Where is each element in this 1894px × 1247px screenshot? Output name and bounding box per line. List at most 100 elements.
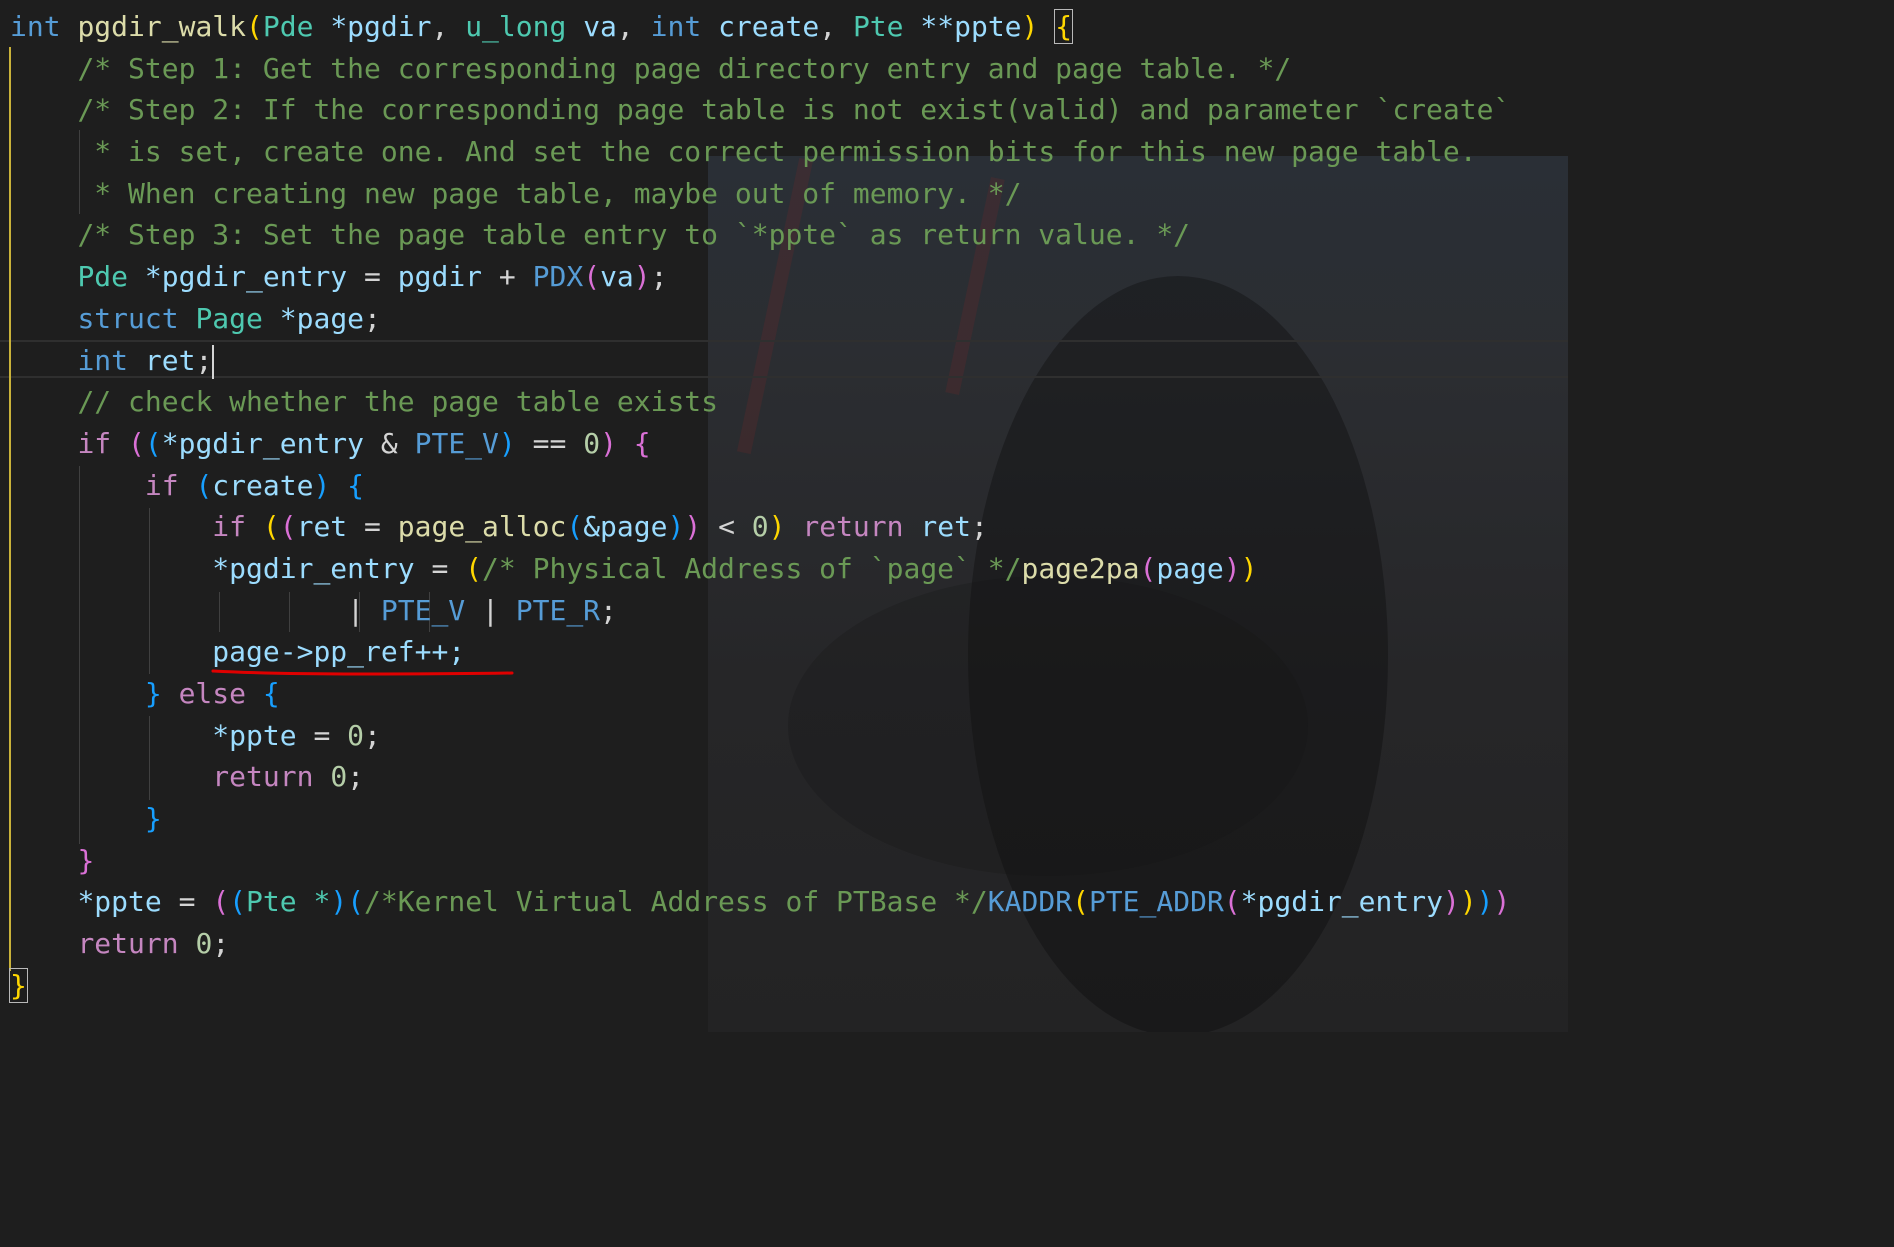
punctuation: ; bbox=[650, 260, 668, 294]
code-line[interactable]: * When creating new page table, maybe ou… bbox=[10, 173, 1510, 215]
paren: ) bbox=[330, 885, 348, 919]
variable: create bbox=[212, 468, 314, 502]
brace-open: { bbox=[262, 677, 280, 710]
comment: * is set, create one. And set the correc… bbox=[94, 135, 1477, 169]
variable: *pgdir_entry bbox=[144, 260, 348, 294]
comment: /* Physical Address of `page` */ bbox=[482, 551, 1022, 585]
code-line[interactable]: return 0; bbox=[10, 756, 1510, 798]
code-content[interactable]: int pgdir_walk(Pde *pgdir, u_long va, in… bbox=[9, 6, 1510, 1007]
code-line[interactable]: // check whether the page table exists bbox=[10, 381, 1510, 423]
keyword: if bbox=[212, 510, 247, 544]
variable: *pgdir_entry bbox=[212, 551, 415, 585]
punctuation: ; bbox=[195, 343, 213, 377]
type-name: Pde bbox=[77, 260, 129, 294]
macro: PTE_ADDR bbox=[1088, 885, 1224, 919]
paren: ( bbox=[1223, 885, 1241, 919]
variable: page bbox=[1156, 551, 1224, 585]
variable: *ppte bbox=[77, 885, 162, 919]
paren: ( bbox=[128, 426, 145, 460]
code-line[interactable]: return 0; bbox=[10, 923, 1510, 965]
punctuation: , bbox=[431, 10, 449, 43]
parameter: create bbox=[718, 10, 820, 43]
number: 0 bbox=[347, 718, 365, 752]
operator: = bbox=[364, 260, 381, 294]
code-line[interactable]: /* Step 3: Set the page table entry to `… bbox=[10, 214, 1510, 256]
number: 0 bbox=[583, 426, 601, 460]
paren: ) bbox=[498, 426, 516, 460]
operator: & bbox=[380, 426, 398, 460]
type-name: u_long bbox=[465, 10, 567, 43]
paren: ) bbox=[1442, 885, 1460, 919]
keyword: return bbox=[802, 510, 904, 544]
variable: *ppte bbox=[212, 718, 297, 752]
parameter: va bbox=[583, 10, 617, 43]
code-line[interactable]: } bbox=[10, 840, 1510, 882]
paren: ( bbox=[195, 468, 213, 502]
paren: ( bbox=[465, 551, 483, 585]
code-line[interactable]: *ppte = 0; bbox=[10, 715, 1510, 757]
code-line[interactable]: int pgdir_walk(Pde *pgdir, u_long va, in… bbox=[10, 6, 1510, 48]
variable: *page bbox=[279, 301, 365, 335]
paren: ) bbox=[313, 468, 331, 502]
paren: ( bbox=[229, 885, 247, 919]
number: 0 bbox=[751, 510, 769, 544]
code-line[interactable]: } bbox=[9, 965, 1510, 1007]
comment: /* Step 1: Get the corresponding page di… bbox=[77, 51, 1292, 85]
function-name: pgdir_walk bbox=[77, 10, 247, 43]
brace-close: } bbox=[9, 967, 28, 1003]
variable: &page bbox=[583, 510, 668, 544]
code-line[interactable]: struct Page *page; bbox=[10, 298, 1510, 340]
brace-close: } bbox=[144, 802, 162, 836]
code-line[interactable]: } else { bbox=[10, 673, 1510, 715]
function-call: page_alloc bbox=[397, 510, 567, 544]
operator: = bbox=[431, 551, 449, 585]
parameter: **ppte bbox=[920, 10, 1022, 43]
code-line[interactable]: if (create) { bbox=[10, 465, 1510, 507]
operator: = bbox=[364, 510, 381, 544]
brace-open: { bbox=[347, 468, 365, 502]
punctuation: , bbox=[616, 10, 634, 43]
type-name: Page bbox=[195, 301, 263, 335]
operator: | bbox=[482, 593, 499, 627]
code-line[interactable]: *pgdir_entry = (/* Physical Address of `… bbox=[10, 548, 1510, 590]
code-line[interactable]: Pde *pgdir_entry = pgdir + PDX(va); bbox=[10, 256, 1510, 298]
paren: ( bbox=[583, 260, 601, 294]
paren: ) bbox=[633, 260, 651, 294]
code-line[interactable]: /* Step 1: Get the corresponding page di… bbox=[10, 48, 1510, 90]
paren: ) bbox=[1021, 10, 1039, 43]
keyword: else bbox=[178, 677, 247, 710]
code-editor[interactable]: int pgdir_walk(Pde *pgdir, u_long va, in… bbox=[0, 0, 1568, 1032]
variable: pgdir bbox=[397, 260, 483, 294]
code-line[interactable]: /* Step 2: If the corresponding page tab… bbox=[10, 89, 1510, 131]
operator: < bbox=[718, 510, 735, 544]
type-name: Pte bbox=[852, 10, 904, 43]
function-call: page2pa bbox=[1021, 551, 1140, 585]
annotated-statement: page->pp_ref++; bbox=[212, 635, 466, 669]
brace-close: } bbox=[77, 843, 95, 877]
paren: ( bbox=[566, 510, 584, 544]
type-name: Pte * bbox=[246, 885, 331, 919]
code-line[interactable]: | PTE_V | PTE_R; bbox=[10, 590, 1510, 632]
operator: + bbox=[498, 260, 516, 294]
keyword: struct bbox=[77, 301, 179, 335]
paren: ) bbox=[1223, 551, 1241, 585]
paren: ) bbox=[684, 510, 702, 544]
macro: PTE_R bbox=[515, 593, 601, 627]
paren: ) bbox=[667, 510, 685, 544]
operator: = bbox=[313, 718, 331, 752]
variable: *pgdir_entry bbox=[161, 426, 365, 460]
paren: ) bbox=[600, 426, 617, 460]
paren: ( bbox=[212, 885, 230, 919]
paren: ( bbox=[262, 510, 280, 544]
comment: /* Step 3: Set the page table entry to `… bbox=[77, 218, 1191, 252]
code-line[interactable]: if ((ret = page_alloc(&page)) < 0) retur… bbox=[10, 506, 1510, 548]
comment: /*Kernel Virtual Address of PTBase */ bbox=[364, 885, 988, 919]
code-line[interactable]: if ((*pgdir_entry & PTE_V) == 0) { bbox=[10, 423, 1510, 465]
code-line[interactable]: * is set, create one. And set the correc… bbox=[10, 131, 1510, 173]
code-line-current[interactable]: int ret; bbox=[10, 340, 1510, 382]
code-line[interactable]: } bbox=[10, 798, 1510, 840]
paren: ) bbox=[1240, 551, 1258, 585]
code-line[interactable]: *ppte = ((Pte *)(/*Kernel Virtual Addres… bbox=[10, 881, 1510, 923]
macro: PDX bbox=[532, 260, 584, 294]
red-underline-annotation bbox=[211, 669, 514, 676]
